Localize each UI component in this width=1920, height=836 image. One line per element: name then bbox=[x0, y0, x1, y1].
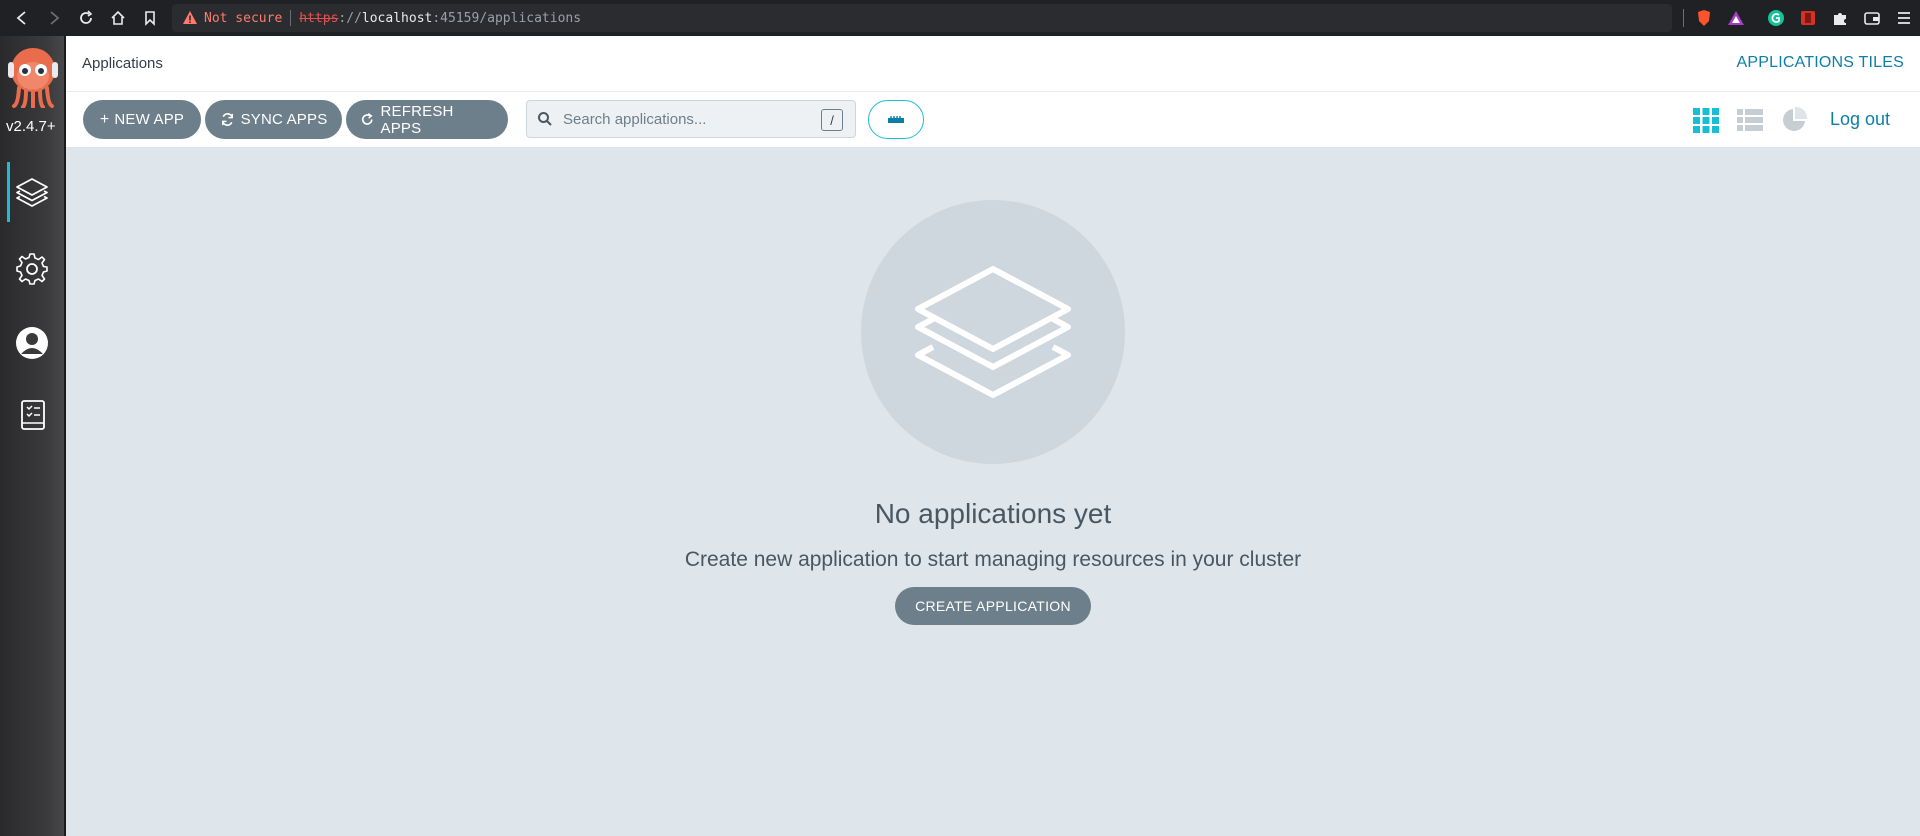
menu-button[interactable] bbox=[1888, 0, 1920, 36]
user-icon bbox=[16, 327, 48, 359]
summary-view-button[interactable] bbox=[1780, 106, 1808, 134]
book-icon bbox=[21, 400, 45, 430]
lion-shield-icon bbox=[1698, 10, 1710, 26]
triangle-icon bbox=[1728, 11, 1744, 25]
empty-state-illustration bbox=[861, 200, 1125, 464]
refresh-apps-label: REFRESH APPS bbox=[380, 102, 454, 137]
layers-icon bbox=[915, 266, 1071, 398]
url-divider bbox=[290, 10, 292, 26]
back-button[interactable] bbox=[6, 0, 38, 36]
pie-chart-icon bbox=[1782, 106, 1807, 131]
sync-apps-label: SYNC APPS bbox=[240, 111, 328, 128]
forward-button[interactable] bbox=[38, 0, 70, 36]
grammarly-extension[interactable] bbox=[1760, 0, 1792, 36]
sync-icon bbox=[221, 113, 233, 126]
url-protocol: https bbox=[299, 10, 339, 26]
gear-icon bbox=[16, 253, 48, 285]
list-icon bbox=[1736, 108, 1763, 131]
reload-button[interactable] bbox=[70, 0, 102, 36]
brave-shields-button[interactable] bbox=[1688, 0, 1720, 36]
red-extension[interactable] bbox=[1792, 0, 1824, 36]
version-label: v2.4.7+ bbox=[6, 118, 56, 135]
home-button[interactable] bbox=[102, 0, 134, 36]
bookmark-icon bbox=[145, 11, 155, 26]
url-path: :45159/applications bbox=[432, 10, 582, 26]
url-host: localhost bbox=[361, 10, 433, 26]
reload-icon bbox=[80, 10, 93, 24]
view-mode-label: APPLICATIONS TILES bbox=[1736, 54, 1904, 71]
not-secure-label: Not secure bbox=[204, 10, 283, 26]
view-mode-switcher: Log out bbox=[1676, 100, 1890, 139]
tiles-view-button[interactable] bbox=[1692, 106, 1720, 134]
create-application-button[interactable]: CREATE APPLICATION bbox=[895, 587, 1091, 625]
filters-toggle-button[interactable] bbox=[868, 100, 924, 139]
red-square-icon bbox=[1801, 11, 1815, 25]
wallet-icon bbox=[1864, 12, 1880, 25]
plus-icon: + bbox=[99, 110, 110, 128]
new-app-button[interactable]: + NEW APP bbox=[83, 100, 201, 139]
grammarly-icon bbox=[1768, 10, 1784, 26]
logout-link[interactable]: Log out bbox=[1830, 109, 1890, 130]
sidebar-item-user-info[interactable] bbox=[0, 313, 64, 373]
sidebar-divider bbox=[64, 36, 66, 836]
grid-icon bbox=[1692, 107, 1719, 133]
layers-icon bbox=[16, 178, 48, 207]
sidebar-item-applications[interactable] bbox=[0, 162, 64, 222]
wallet-button[interactable] bbox=[1856, 0, 1888, 36]
refresh-apps-button[interactable]: REFRESH APPS bbox=[346, 100, 508, 139]
sidebar-item-documentation[interactable] bbox=[0, 385, 64, 445]
ruler-icon bbox=[888, 115, 904, 123]
brave-rewards-button[interactable] bbox=[1720, 0, 1752, 36]
search-input[interactable] bbox=[563, 110, 813, 128]
refresh-icon bbox=[361, 113, 373, 125]
address-bar[interactable]: Not secure https :// localhost :45159/ap… bbox=[172, 4, 1672, 32]
search-box: / bbox=[526, 100, 856, 138]
new-app-label: NEW APP bbox=[114, 111, 185, 128]
page-title: Applications bbox=[82, 55, 163, 72]
search-shortcut-key: / bbox=[821, 109, 843, 131]
sidebar-item-settings[interactable] bbox=[0, 239, 64, 299]
search-icon bbox=[538, 112, 552, 126]
argo-logo[interactable] bbox=[6, 46, 60, 108]
sync-apps-button[interactable]: SYNC APPS bbox=[205, 100, 342, 139]
forward-arrow-icon bbox=[50, 11, 60, 25]
sidebar: v2.4.7+ bbox=[0, 36, 66, 836]
extensions-button[interactable] bbox=[1824, 0, 1856, 36]
url-scheme-separator: :// bbox=[338, 10, 362, 26]
home-icon bbox=[111, 10, 125, 25]
hamburger-icon bbox=[1898, 12, 1910, 24]
bookmark-button[interactable] bbox=[134, 0, 166, 36]
back-arrow-icon bbox=[16, 11, 26, 25]
puzzle-icon bbox=[1834, 13, 1846, 25]
toolbar-divider bbox=[1683, 9, 1684, 27]
applications-toolbar: + NEW APP SYNC APPS REFRESH APPS / bbox=[66, 92, 1920, 148]
extensions-area bbox=[1679, 0, 1920, 36]
top-header: Applications APPLICATIONS TILES bbox=[66, 36, 1920, 92]
browser-toolbar: Not secure https :// localhost :45159/ap… bbox=[0, 0, 1920, 36]
empty-state-subtitle: Create new application to start managing… bbox=[684, 548, 1302, 571]
warning-icon bbox=[183, 11, 197, 24]
empty-state-title: No applications yet bbox=[874, 498, 1112, 529]
list-view-button[interactable] bbox=[1736, 106, 1764, 134]
